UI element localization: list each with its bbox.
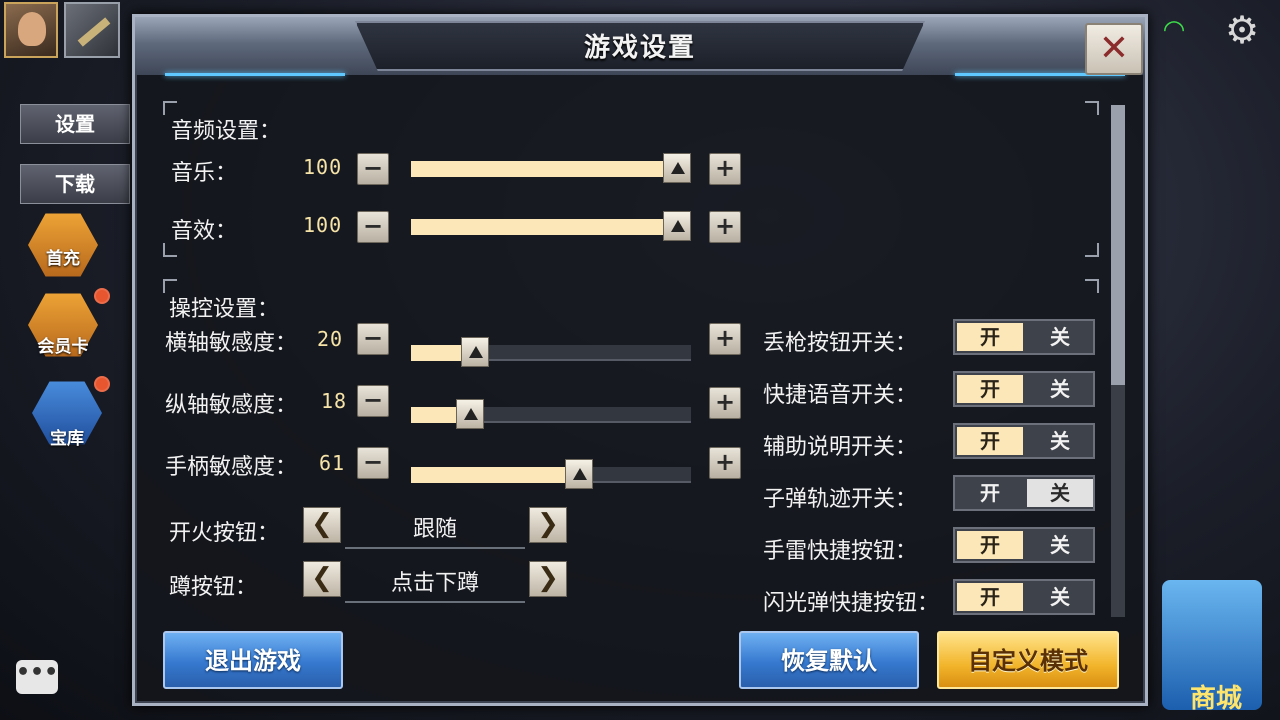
music-slider-thumb[interactable] bbox=[663, 153, 691, 183]
audio-section-frame bbox=[161, 99, 1101, 259]
music-slider[interactable] bbox=[411, 153, 691, 183]
bullet-trail-toggle[interactable]: 开 关 bbox=[953, 475, 1095, 511]
music-value: 100 bbox=[303, 155, 343, 179]
sfx-decrease-button[interactable]: − bbox=[357, 211, 389, 243]
drop-gun-toggle[interactable]: 开 关 bbox=[953, 319, 1095, 355]
audio-section-title: 音频设置： bbox=[171, 119, 282, 144]
gamepad-sensitivity-value: 61 bbox=[319, 451, 346, 475]
wifi-icon: ◠ bbox=[1162, 15, 1186, 45]
sfx-value: 100 bbox=[303, 213, 343, 237]
settings-scroll-area[interactable]: 音频设置： 音乐： 100 − + 音效： 100 − + 操控设置： 横轴敏感… bbox=[149, 91, 1111, 619]
sfx-slider[interactable] bbox=[411, 211, 691, 241]
crouch-button-value: 点击下蹲 bbox=[345, 565, 525, 603]
sfx-slider-fill bbox=[411, 219, 677, 235]
vertical-sensitivity-increase-button[interactable]: + bbox=[709, 387, 741, 419]
gamepad-sensitivity-increase-button[interactable]: + bbox=[709, 447, 741, 479]
exit-game-button[interactable]: 退出游戏 bbox=[163, 631, 343, 689]
crouch-button-prev-arrow[interactable]: ❮ bbox=[303, 561, 341, 597]
vertical-sensitivity-label: 纵轴敏感度： bbox=[165, 393, 298, 418]
weapon-slot[interactable] bbox=[64, 2, 120, 58]
flashbang-shortcut-toggle-label: 闪光弹快捷按钮： bbox=[763, 591, 940, 616]
grenade-shortcut-toggle[interactable]: 开 关 bbox=[953, 527, 1095, 563]
vertical-sensitivity-value: 18 bbox=[321, 389, 348, 413]
fire-button-next-arrow[interactable]: ❯ bbox=[529, 507, 567, 543]
fire-button-label: 开火按钮： bbox=[169, 521, 280, 546]
quick-voice-toggle-label: 快捷语音开关： bbox=[763, 383, 918, 408]
music-decrease-button[interactable]: − bbox=[357, 153, 389, 185]
notification-dot bbox=[94, 376, 110, 392]
flashbang-shortcut-toggle[interactable]: 开 关 bbox=[953, 579, 1095, 615]
chat-bubble-icon[interactable]: ••• bbox=[16, 660, 58, 694]
toggle-off-option[interactable]: 关 bbox=[1027, 479, 1093, 507]
gamepad-sensitivity-thumb[interactable] bbox=[565, 459, 593, 489]
toggle-off-option[interactable]: 关 bbox=[1027, 583, 1093, 611]
horizontal-sensitivity-label: 横轴敏感度： bbox=[165, 331, 298, 356]
horizontal-sensitivity-decrease-button[interactable]: − bbox=[357, 323, 389, 355]
quick-voice-toggle[interactable]: 开 关 bbox=[953, 371, 1095, 407]
close-button[interactable]: ✕ bbox=[1085, 23, 1143, 75]
player-avatar[interactable] bbox=[4, 2, 58, 58]
gamepad-sensitivity-decrease-button[interactable]: − bbox=[357, 447, 389, 479]
toggle-on-option[interactable]: 开 bbox=[957, 427, 1023, 455]
fire-button-value: 跟随 bbox=[345, 511, 525, 549]
gear-icon[interactable]: ⚙ bbox=[1222, 10, 1262, 50]
music-label: 音乐： bbox=[171, 161, 238, 186]
toggle-off-option[interactable]: 关 bbox=[1027, 531, 1093, 559]
toggle-on-option[interactable]: 开 bbox=[957, 479, 1023, 507]
gamepad-sensitivity-label: 手柄敏感度： bbox=[165, 455, 298, 480]
fire-button-prev-arrow[interactable]: ❮ bbox=[303, 507, 341, 543]
first-charge-label: 首充 bbox=[46, 249, 80, 269]
drop-gun-toggle-label: 丢枪按钮开关： bbox=[763, 331, 918, 356]
game-settings-dialog: 游戏设置 ✕ 音频设置： 音乐： 100 − + 音效： 100 − + 操控设… bbox=[132, 14, 1148, 706]
help-tips-toggle-label: 辅助说明开关： bbox=[763, 435, 918, 460]
toggle-off-option[interactable]: 关 bbox=[1027, 323, 1093, 351]
side-tab-download[interactable]: 下载 bbox=[20, 164, 130, 204]
notification-dot bbox=[94, 288, 110, 304]
toggle-off-option[interactable]: 关 bbox=[1027, 427, 1093, 455]
toggle-on-option[interactable]: 开 bbox=[957, 583, 1023, 611]
help-tips-toggle[interactable]: 开 关 bbox=[953, 423, 1095, 459]
treasury-label: 宝库 bbox=[50, 429, 84, 449]
vertical-sensitivity-decrease-button[interactable]: − bbox=[357, 385, 389, 417]
shop-label: 商城 bbox=[1189, 684, 1242, 714]
horizontal-sensitivity-thumb[interactable] bbox=[461, 337, 489, 367]
controls-section-title: 操控设置： bbox=[169, 297, 280, 322]
horizontal-sensitivity-slider[interactable] bbox=[411, 337, 691, 367]
music-slider-fill bbox=[411, 161, 677, 177]
crouch-button-next-arrow[interactable]: ❯ bbox=[529, 561, 567, 597]
side-tab-settings[interactable]: 设置 bbox=[20, 104, 130, 144]
gamepad-sensitivity-slider[interactable] bbox=[411, 459, 691, 489]
toggle-on-option[interactable]: 开 bbox=[957, 375, 1023, 403]
bullet-trail-toggle-label: 子弹轨迹开关： bbox=[763, 487, 918, 512]
vip-card-label: 会员卡 bbox=[37, 337, 89, 357]
sfx-slider-thumb[interactable] bbox=[663, 211, 691, 241]
vertical-sensitivity-thumb[interactable] bbox=[456, 399, 484, 429]
toggle-on-option[interactable]: 开 bbox=[957, 323, 1023, 351]
crouch-button-label: 蹲按钮： bbox=[169, 575, 258, 600]
sfx-label: 音效： bbox=[171, 219, 238, 244]
sfx-increase-button[interactable]: + bbox=[709, 211, 741, 243]
settings-scrollbar[interactable] bbox=[1111, 105, 1125, 617]
music-increase-button[interactable]: + bbox=[709, 153, 741, 185]
dialog-title: 游戏设置 bbox=[583, 33, 696, 63]
toggle-on-option[interactable]: 开 bbox=[957, 531, 1023, 559]
grenade-shortcut-toggle-label: 手雷快捷按钮： bbox=[763, 539, 918, 564]
restore-defaults-button[interactable]: 恢复默认 bbox=[739, 631, 919, 689]
gamepad-sensitivity-fill bbox=[411, 467, 579, 483]
scrollbar-thumb[interactable] bbox=[1111, 105, 1125, 385]
toggle-off-option[interactable]: 关 bbox=[1027, 375, 1093, 403]
horizontal-sensitivity-value: 20 bbox=[317, 327, 344, 351]
vertical-sensitivity-slider[interactable] bbox=[411, 399, 691, 429]
title-glow-left bbox=[165, 73, 345, 76]
horizontal-sensitivity-increase-button[interactable]: + bbox=[709, 323, 741, 355]
custom-mode-button[interactable]: 自定义模式 bbox=[937, 631, 1119, 689]
